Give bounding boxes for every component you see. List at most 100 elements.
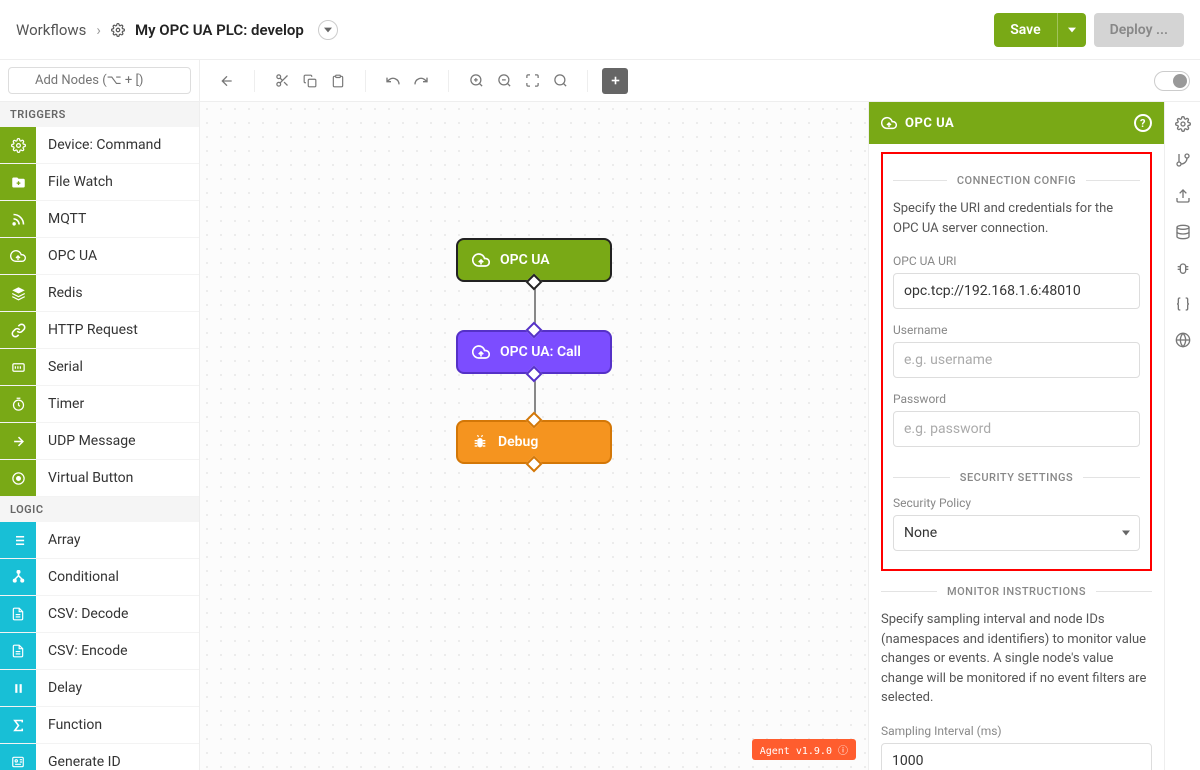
palette-item[interactable]: Conditional xyxy=(0,559,199,596)
copy-button[interactable] xyxy=(297,68,323,94)
palette-item-label: Redis xyxy=(36,285,83,301)
undo-button[interactable] xyxy=(380,68,406,94)
save-button[interactable]: Save xyxy=(994,13,1056,47)
palette-item[interactable]: UDP Message xyxy=(0,423,199,460)
help-icon[interactable]: ? xyxy=(1134,114,1152,132)
right-rail xyxy=(1164,102,1200,770)
security-policy-select[interactable]: None xyxy=(893,515,1140,551)
palette-item-label: UDP Message xyxy=(36,433,136,449)
node-palette: TRIGGERS Device: CommandFile WatchMQTTOP… xyxy=(0,102,200,770)
interval-label: Sampling Interval (ms) xyxy=(881,724,1152,738)
add-nodes-search[interactable] xyxy=(8,67,191,94)
branch-icon[interactable] xyxy=(1175,152,1191,168)
node-debug[interactable]: Debug xyxy=(456,420,612,464)
timer-icon xyxy=(0,386,36,422)
workflow-canvas[interactable]: OPC UA OPC UA: Call Debug Agent v1.9.0 ⓘ xyxy=(200,102,868,770)
folder-plus-icon xyxy=(0,164,36,200)
pause-icon xyxy=(0,670,36,706)
node-label: OPC UA: Call xyxy=(500,344,581,360)
sigma-icon xyxy=(0,707,36,743)
palette-item[interactable]: Delay xyxy=(0,670,199,707)
breadcrumb-separator: › xyxy=(96,21,101,39)
output-port[interactable] xyxy=(526,366,543,383)
id-icon xyxy=(0,744,36,770)
arrow-right-icon xyxy=(0,423,36,459)
palette-item-label: Delay xyxy=(36,680,82,696)
node-label: Debug xyxy=(498,434,538,450)
page-title: My OPC UA PLC: develop xyxy=(135,21,304,39)
palette-item[interactable]: Redis xyxy=(0,275,199,312)
password-input[interactable] xyxy=(893,411,1140,447)
debug-toggle[interactable] xyxy=(1154,71,1190,91)
username-input[interactable] xyxy=(893,342,1140,378)
uri-input[interactable] xyxy=(893,273,1140,309)
palette-item[interactable]: Function xyxy=(0,707,199,744)
cut-button[interactable] xyxy=(269,68,295,94)
paste-button[interactable] xyxy=(325,68,351,94)
cloud-icon xyxy=(0,238,36,274)
zoom-out-button[interactable] xyxy=(491,68,517,94)
zoom-in-button[interactable] xyxy=(463,68,489,94)
password-label: Password xyxy=(893,392,1140,406)
palette-item-label: Virtual Button xyxy=(36,470,133,486)
palette-item[interactable]: CSV: Decode xyxy=(0,596,199,633)
save-dropdown[interactable] xyxy=(1057,13,1086,47)
doc-icon xyxy=(0,633,36,669)
zoom-reset-button[interactable] xyxy=(547,68,573,94)
section-heading: MONITOR INSTRUCTIONS xyxy=(947,585,1086,598)
breadcrumb-root[interactable]: Workflows xyxy=(16,21,86,39)
back-button[interactable] xyxy=(214,68,240,94)
section-heading: CONNECTION CONFIG xyxy=(957,174,1076,187)
properties-panel: OPC UA ? CONNECTION CONFIG Specify the U… xyxy=(868,102,1164,770)
upload-icon[interactable] xyxy=(1175,188,1191,204)
output-port[interactable] xyxy=(526,274,543,291)
palette-item[interactable]: Serial xyxy=(0,349,199,386)
branch-icon xyxy=(0,559,36,595)
palette-item-label: File Watch xyxy=(36,174,113,190)
deploy-button[interactable]: Deploy ... xyxy=(1094,13,1184,47)
palette-item[interactable]: Timer xyxy=(0,386,199,423)
output-port[interactable] xyxy=(526,456,543,473)
brackets-icon[interactable] xyxy=(1175,296,1191,312)
interval-input[interactable] xyxy=(881,743,1152,770)
redo-button[interactable] xyxy=(408,68,434,94)
debug-icon[interactable] xyxy=(1175,260,1191,276)
palette-item-label: Device: Command xyxy=(36,137,161,153)
node-opcua-call[interactable]: OPC UA: Call xyxy=(456,330,612,374)
section-heading: SECURITY SETTINGS xyxy=(960,471,1073,484)
fit-button[interactable] xyxy=(519,68,545,94)
rss-icon xyxy=(0,201,36,237)
palette-item-label: Function xyxy=(36,717,102,733)
settings-icon[interactable] xyxy=(1175,116,1191,132)
security-policy-label: Security Policy xyxy=(893,496,1140,510)
palette-item[interactable]: CSV: Encode xyxy=(0,633,199,670)
palette-item[interactable]: HTTP Request xyxy=(0,312,199,349)
palette-item[interactable]: Virtual Button xyxy=(0,460,199,497)
input-port[interactable] xyxy=(526,322,543,339)
palette-item-label: Generate ID xyxy=(36,754,121,770)
palette-item[interactable]: Device: Command xyxy=(0,127,199,164)
target-icon xyxy=(0,460,36,496)
palette-item-label: CSV: Encode xyxy=(36,643,128,659)
palette-section-logic: LOGIC xyxy=(0,497,199,522)
version-dropdown[interactable] xyxy=(318,20,338,40)
palette-item[interactable]: File Watch xyxy=(0,164,199,201)
palette-item-label: Timer xyxy=(36,396,84,412)
palette-item[interactable]: Array xyxy=(0,522,199,559)
input-port[interactable] xyxy=(526,412,543,429)
palette-item-label: Array xyxy=(36,532,80,548)
node-label: OPC UA xyxy=(500,252,550,268)
globe-icon[interactable] xyxy=(1175,332,1191,348)
database-icon[interactable] xyxy=(1175,224,1191,240)
section-description: Specify the URI and credentials for the … xyxy=(893,199,1140,238)
cloud-icon xyxy=(881,115,897,131)
palette-item[interactable]: Generate ID xyxy=(0,744,199,770)
agent-version-badge[interactable]: Agent v1.9.0 ⓘ xyxy=(752,739,856,760)
palette-item[interactable]: OPC UA xyxy=(0,238,199,275)
node-opcua-trigger[interactable]: OPC UA xyxy=(456,238,612,282)
palette-item-label: Serial xyxy=(36,359,83,375)
add-annotation-button[interactable] xyxy=(602,68,628,94)
palette-item[interactable]: MQTT xyxy=(0,201,199,238)
section-description: Specify sampling interval and node IDs (… xyxy=(881,610,1152,708)
palette-item-label: Conditional xyxy=(36,569,119,585)
